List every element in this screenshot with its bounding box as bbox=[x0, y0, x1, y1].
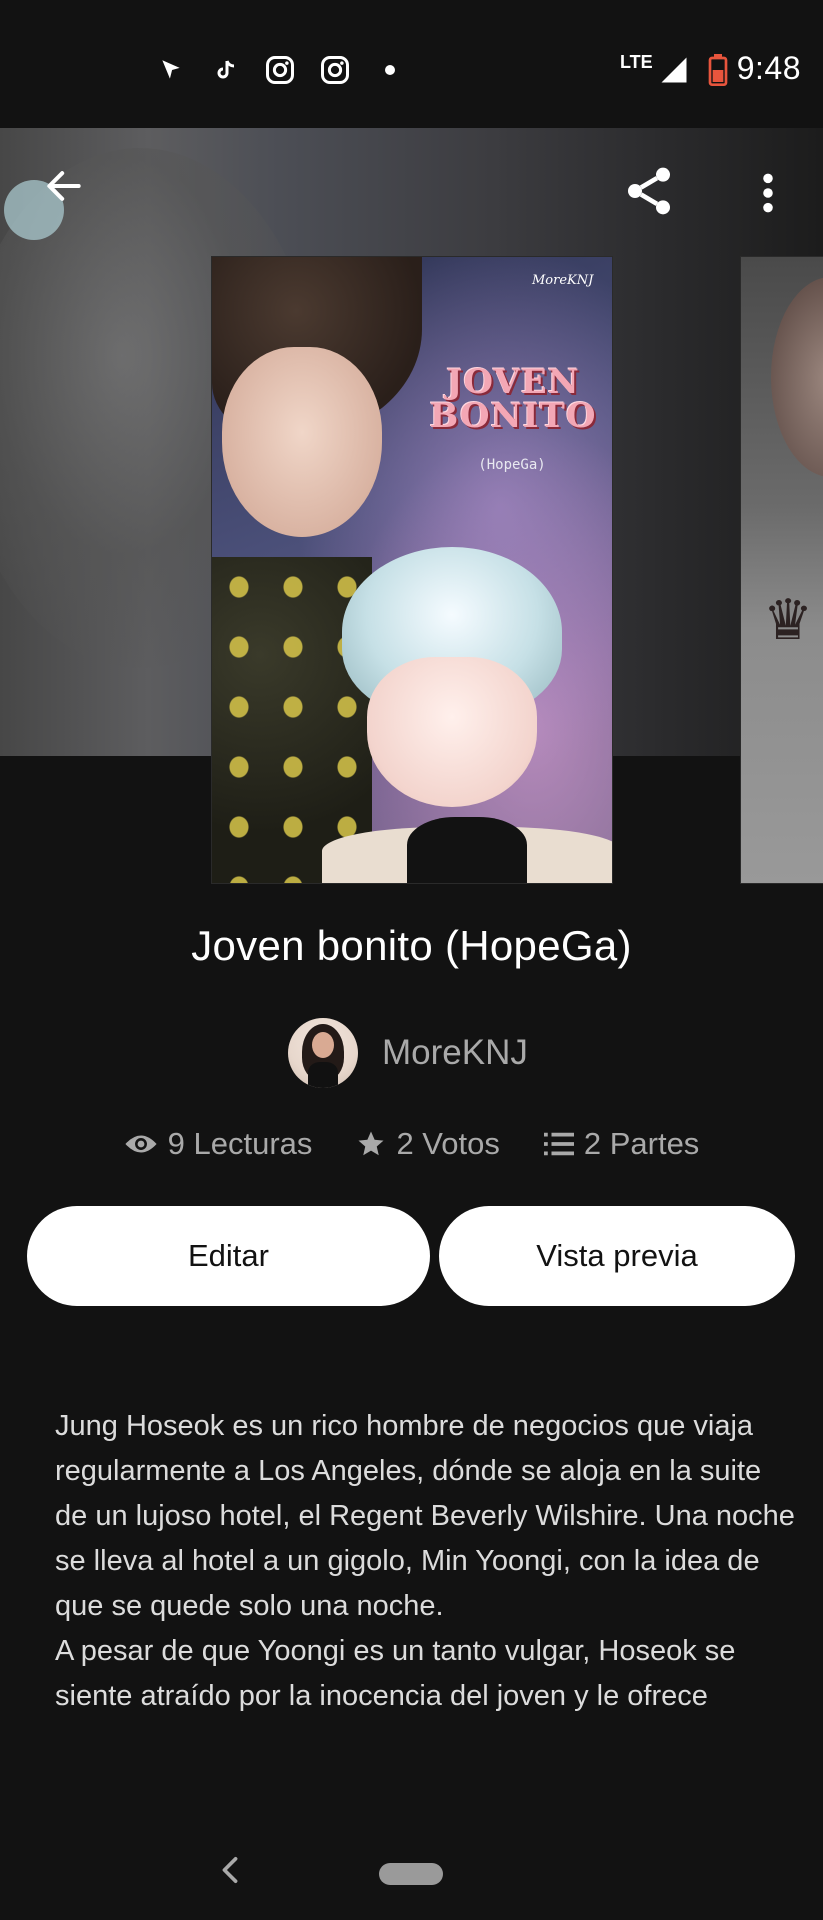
more-options-button[interactable] bbox=[740, 160, 796, 226]
votes-stat: 2 Votos bbox=[356, 1126, 500, 1162]
signal-icon bbox=[656, 52, 692, 88]
avatar-art bbox=[312, 1032, 334, 1058]
cover-title-line: BONITO bbox=[429, 396, 597, 436]
author-name: MoreKNJ bbox=[382, 1033, 528, 1072]
star-icon bbox=[356, 1129, 386, 1159]
nav-back-button[interactable] bbox=[210, 1850, 250, 1890]
share-icon bbox=[628, 167, 670, 215]
navigation-icon bbox=[153, 52, 189, 88]
next-story-cover[interactable]: ♛ bbox=[740, 256, 823, 884]
battery-icon bbox=[700, 52, 736, 88]
clock: 9:48 bbox=[736, 50, 801, 86]
instagram-icon bbox=[262, 52, 298, 88]
nav-home-pill[interactable] bbox=[379, 1863, 443, 1885]
share-button[interactable] bbox=[614, 158, 684, 224]
parts-stat: 2 Partes bbox=[543, 1126, 700, 1162]
preview-button[interactable]: Vista previa bbox=[439, 1206, 795, 1306]
author-link[interactable]: MoreKNJ bbox=[288, 1018, 528, 1088]
status-bar: LTE 9:48 bbox=[0, 0, 823, 128]
system-navigation-bar bbox=[0, 1820, 823, 1920]
arrow-left-icon bbox=[47, 171, 81, 201]
network-type: LTE bbox=[620, 52, 653, 72]
edit-button[interactable]: Editar bbox=[27, 1206, 430, 1306]
reads-stat: 9 Lecturas bbox=[124, 1126, 313, 1162]
avatar-art bbox=[308, 1062, 338, 1088]
back-button[interactable] bbox=[28, 150, 100, 222]
more-vertical-icon bbox=[763, 173, 773, 213]
chevron-left-icon bbox=[222, 1856, 238, 1884]
story-cover[interactable]: MoreKNJ JOVEN BONITO (HopeGa) bbox=[211, 256, 613, 884]
cover-art bbox=[367, 657, 537, 807]
crown-icon: ♛ bbox=[763, 588, 814, 651]
cover-title: JOVEN BONITO bbox=[418, 365, 608, 433]
list-icon bbox=[543, 1131, 574, 1157]
cover-art bbox=[222, 347, 382, 537]
cover-watermark: MoreKNJ bbox=[532, 273, 594, 288]
story-stats: 9 Lecturas 2 Votos 2 Partes bbox=[0, 1126, 823, 1162]
story-details-screen: LTE 9:48 MoreKNJ JOVEN BONITO (HopeGa) ♛… bbox=[0, 0, 823, 1920]
tiktok-icon bbox=[208, 52, 244, 88]
story-title: Joven bonito (HopeGa) bbox=[191, 922, 632, 969]
parts-count: 2 Partes bbox=[583, 1126, 700, 1161]
reads-count: 9 Lecturas bbox=[167, 1126, 313, 1161]
eye-icon bbox=[124, 1131, 158, 1157]
votes-count: 2 Votos bbox=[396, 1126, 500, 1161]
story-description: Jung Hoseok es un rico hombre de negocio… bbox=[55, 1410, 795, 1712]
cover-subtitle: (HopeGa) bbox=[478, 457, 546, 473]
cover-art bbox=[407, 817, 527, 883]
cover-title-line: JOVEN bbox=[446, 362, 580, 402]
avatar bbox=[288, 1018, 358, 1088]
dot-icon bbox=[372, 52, 408, 88]
instagram-icon bbox=[317, 52, 353, 88]
cover-art bbox=[771, 277, 823, 477]
